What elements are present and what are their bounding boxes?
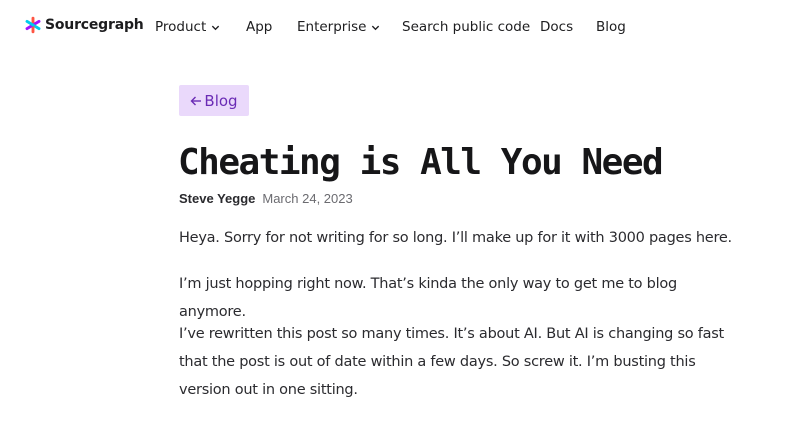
chevron-down-icon [212,25,220,31]
article-paragraph: I’m just hopping right now. That’s kinda… [179,276,677,320]
arrow-left-icon [190,96,202,105]
article-paragraph: Heya. Sorry for not writing for so long.… [179,230,732,246]
article-title: Cheating is All You Need [178,142,664,183]
sourcegraph-logo-icon [25,16,41,34]
nav-item-search-public-code[interactable]: Search public code [402,19,530,36]
nav-item-label: Search public code [402,19,531,35]
article-paragraph: I’ve rewritten this post so many times. … [179,326,724,398]
sourcegraph-logo[interactable]: Sourcegraph [25,16,144,34]
nav-item-label: Enterprise [297,19,367,35]
logo-text: Sourcegraph [45,17,144,33]
back-link-label: Blog [204,91,238,110]
nav-item-label: Product [155,19,207,35]
top-navigation: Sourcegraph Product App Enterprise Searc… [0,0,800,56]
nav-item-enterprise[interactable]: Enterprise [297,19,380,36]
nav-item-label: Docs [540,19,574,35]
back-to-blog-button[interactable]: Blog [179,85,249,116]
publish-date: March 24, 2023 [262,191,353,206]
nav-item-app[interactable]: App [246,19,272,36]
nav-item-docs[interactable]: Docs [540,19,573,36]
author-name: Steve Yegge [179,191,256,206]
article-byline: Steve Yegge March 24, 2023 [179,191,353,206]
nav-item-blog[interactable]: Blog [596,19,626,36]
chevron-down-icon [372,25,380,31]
nav-item-label: App [246,19,273,35]
nav-item-product[interactable]: Product [155,19,220,36]
nav-item-label: Blog [596,19,626,35]
